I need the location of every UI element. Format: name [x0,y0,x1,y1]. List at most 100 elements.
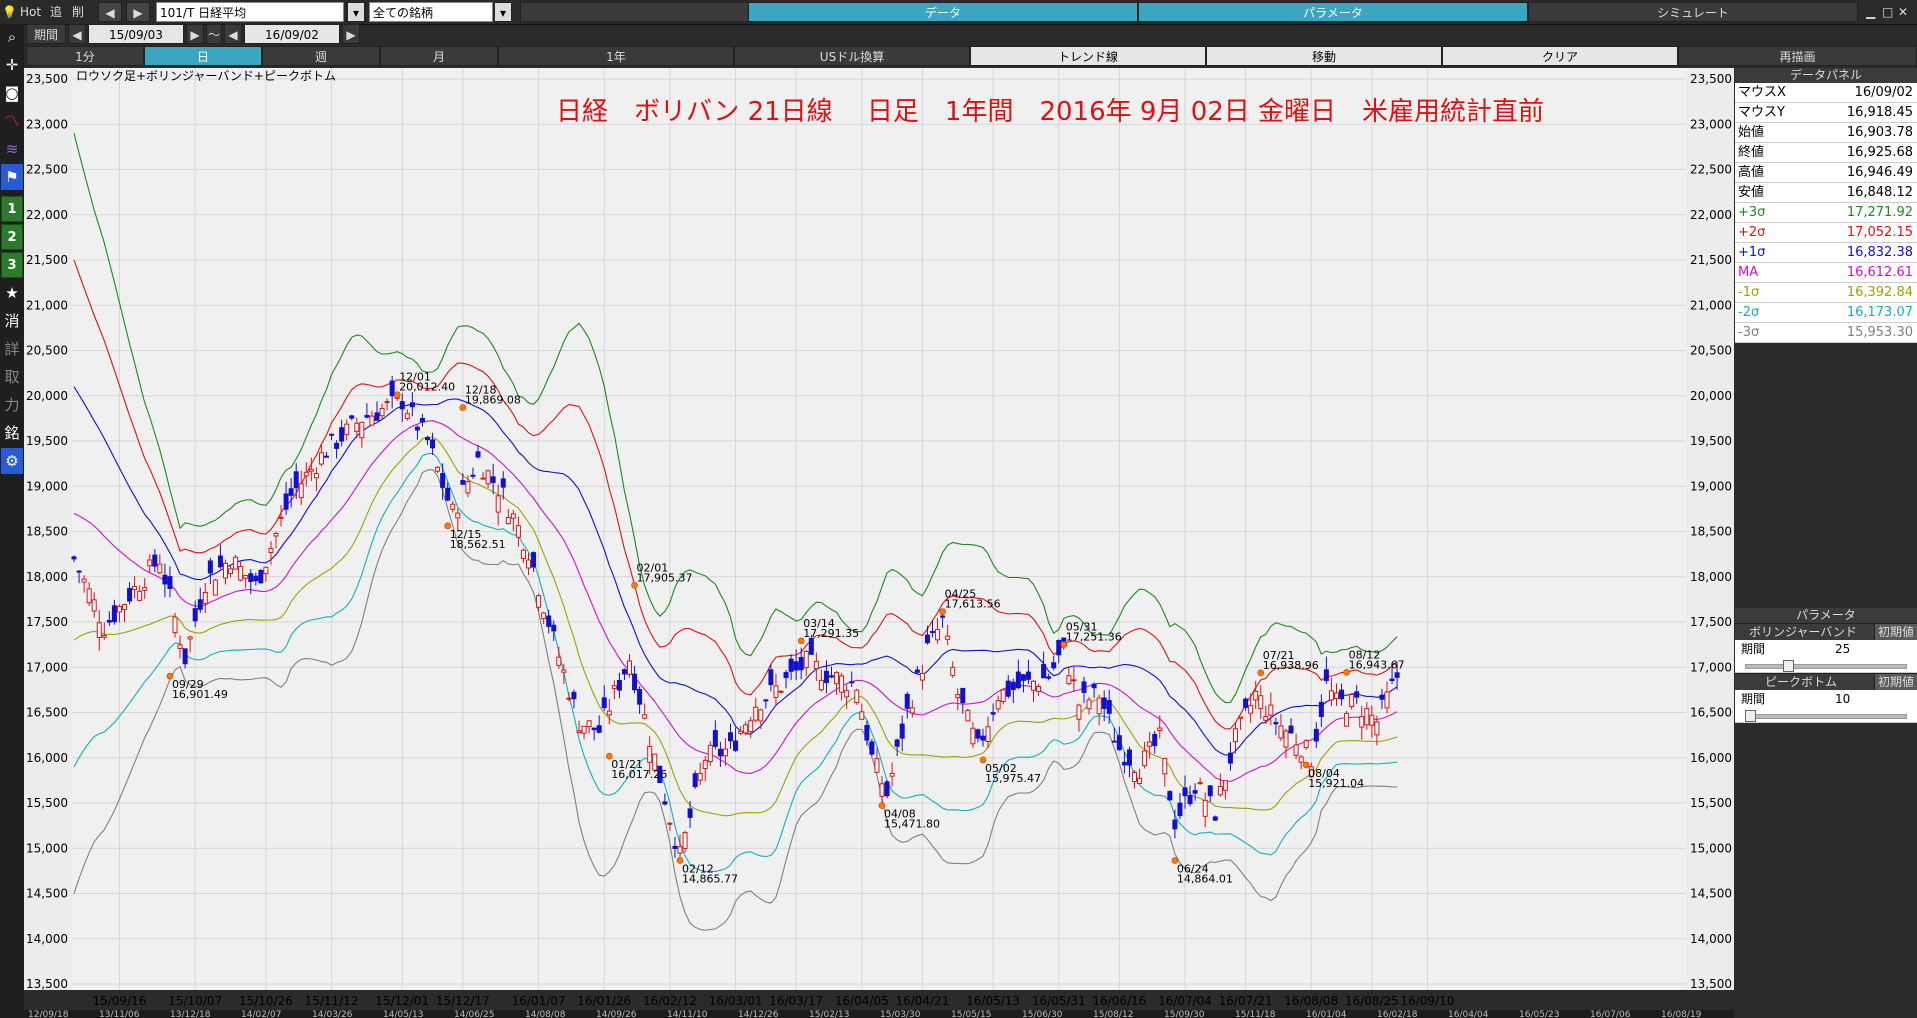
price-chart[interactable]: 09/2916,901.4912/0120,012.4012/1518,562.… [24,68,1734,1018]
peakbottom-period-value[interactable]: 10 [1835,690,1850,708]
to-prev-icon[interactable]: ◀ [224,24,242,44]
data-panel-value: 17,271.92 [1846,205,1913,220]
candle-body [586,720,592,728]
interval-month[interactable]: 月 [380,46,498,66]
add-button[interactable]: 追 [50,2,68,22]
candle-body [1025,671,1031,680]
candle-body [86,588,92,604]
x-tick-label: 16/03/01 [709,994,763,1008]
x-tick-label: 15/12/17 [436,994,490,1008]
y-tick-label-right: 18,500 [1690,525,1732,539]
flag-icon[interactable]: ⚑ [1,164,23,190]
candle-body [152,554,158,567]
data-panel-title: データパネル [1735,68,1917,83]
take-button[interactable]: 取 [1,364,23,390]
hot-button[interactable]: Hot [20,2,46,22]
peak-value-label: 20,012.40 [399,381,455,394]
candle-body [228,568,234,575]
candle-body [1389,678,1395,682]
chart-area[interactable]: 09/29 16,901.49 12/01 20,012.40 12/15 18,562.… [24,68,1734,1018]
interval-1min[interactable]: 1分 [26,46,144,66]
peak-value-label: 14,865.77 [682,872,738,885]
y-tick-label-left: 22,500 [26,163,68,177]
peakbottom-period-slider[interactable] [1735,708,1917,723]
preset-3-button[interactable]: 3 [1,252,23,278]
universe-dropdown-icon[interactable]: ▾ [494,2,512,22]
x-tick-label: 16/04/21 [895,994,949,1008]
candle [212,578,218,596]
range-1year[interactable]: 1年 [498,46,734,66]
trendline-button[interactable]: トレンド線 [970,46,1206,66]
bottom-axis-label: 16/01/04 [1306,1010,1347,1018]
from-prev-icon[interactable]: ◀ [68,24,86,44]
camera-icon[interactable]: ◙ [1,80,23,106]
crosshair-icon[interactable]: ✛ [1,52,23,78]
to-next-icon[interactable]: ▶ [342,24,360,44]
peakbottom-reset-button[interactable]: 初期値 [1873,674,1917,690]
candle-body [238,566,244,581]
gear-icon[interactable]: ⚙ [1,448,23,474]
star-icon[interactable]: ★ [1,280,23,306]
candle-body [798,656,804,671]
from-date-field[interactable]: 15/09/03 [88,24,184,44]
x-tick-label: 16/08/08 [1284,994,1338,1008]
tab-parameter[interactable]: パラメータ [1138,2,1528,22]
power-button[interactable]: 力 [1,392,23,418]
line-chart-icon[interactable]: 〽 [1,108,23,134]
candle-body [1111,740,1117,743]
preset-1-button[interactable]: 1 [1,196,23,222]
interval-week[interactable]: 週 [262,46,380,66]
search-icon[interactable]: ⌕ [1,24,23,50]
y-tick-label-right: 16,500 [1690,706,1732,720]
from-next-icon[interactable]: ▶ [186,24,204,44]
move-button[interactable]: 移動 [1206,46,1442,66]
y-tick-label-right: 19,500 [1690,434,1732,448]
x-tick-label: 16/01/26 [577,994,631,1008]
interval-day[interactable]: 日 [144,46,262,66]
candle-body [283,493,289,510]
symbol-field[interactable]: 101/T 日経平均 [156,2,344,22]
tab-data[interactable]: データ [748,2,1138,22]
candle [1167,790,1173,801]
candle-body [733,740,739,751]
minimize-icon[interactable]: ▁ [1866,2,1880,22]
peak-value-label: 15,471.80 [884,818,940,831]
delete-button[interactable]: 削 [72,2,90,22]
erase-button[interactable]: 消 [1,308,23,334]
peakbottom-slider-knob[interactable] [1745,710,1756,722]
bands-icon[interactable]: ≋ [1,136,23,162]
bollinger-period-slider[interactable] [1735,658,1917,673]
candle-body [1071,679,1077,682]
x-tick-label: 16/05/13 [966,994,1020,1008]
to-date-field[interactable]: 16/09/02 [244,24,340,44]
prev-arrow-icon[interactable]: ◀ [98,2,122,22]
detail-button[interactable]: 詳 [1,336,23,362]
redraw-button[interactable]: 再描画 [1678,46,1917,66]
data-panel-label: 始値 [1738,125,1765,140]
candle-body [101,634,107,638]
usd-convert-button[interactable]: USドル換算 [734,46,970,66]
candle [233,555,239,570]
stock-button[interactable]: 銘 [1,420,23,446]
candle-body [192,608,198,622]
bollinger-slider-knob[interactable] [1783,660,1795,672]
bottom-axis-label: 15/05/15 [951,1010,991,1018]
bollinger-reset-button[interactable]: 初期値 [1873,624,1917,640]
clear-button[interactable]: クリア [1442,46,1678,66]
universe-field[interactable]: 全ての銘柄 [369,2,493,22]
candle-body [834,672,840,685]
next-arrow-icon[interactable]: ▶ [126,2,150,22]
lightbulb-icon[interactable]: 💡 [2,2,17,22]
candle-body [470,474,476,477]
preset-2-button[interactable]: 2 [1,224,23,250]
maximize-icon[interactable]: □ [1882,2,1896,22]
candle-body [91,599,97,612]
close-icon[interactable]: ✕ [1898,2,1914,22]
candle-body [773,685,779,698]
candle-body [672,845,678,849]
bollinger-period-value[interactable]: 25 [1835,640,1850,658]
bottom-axis-label: 14/09/26 [596,1010,637,1018]
symbol-dropdown-icon[interactable]: ▾ [347,2,365,22]
candle-body [414,426,420,431]
tab-simulate[interactable]: シミュレート [1528,2,1858,22]
